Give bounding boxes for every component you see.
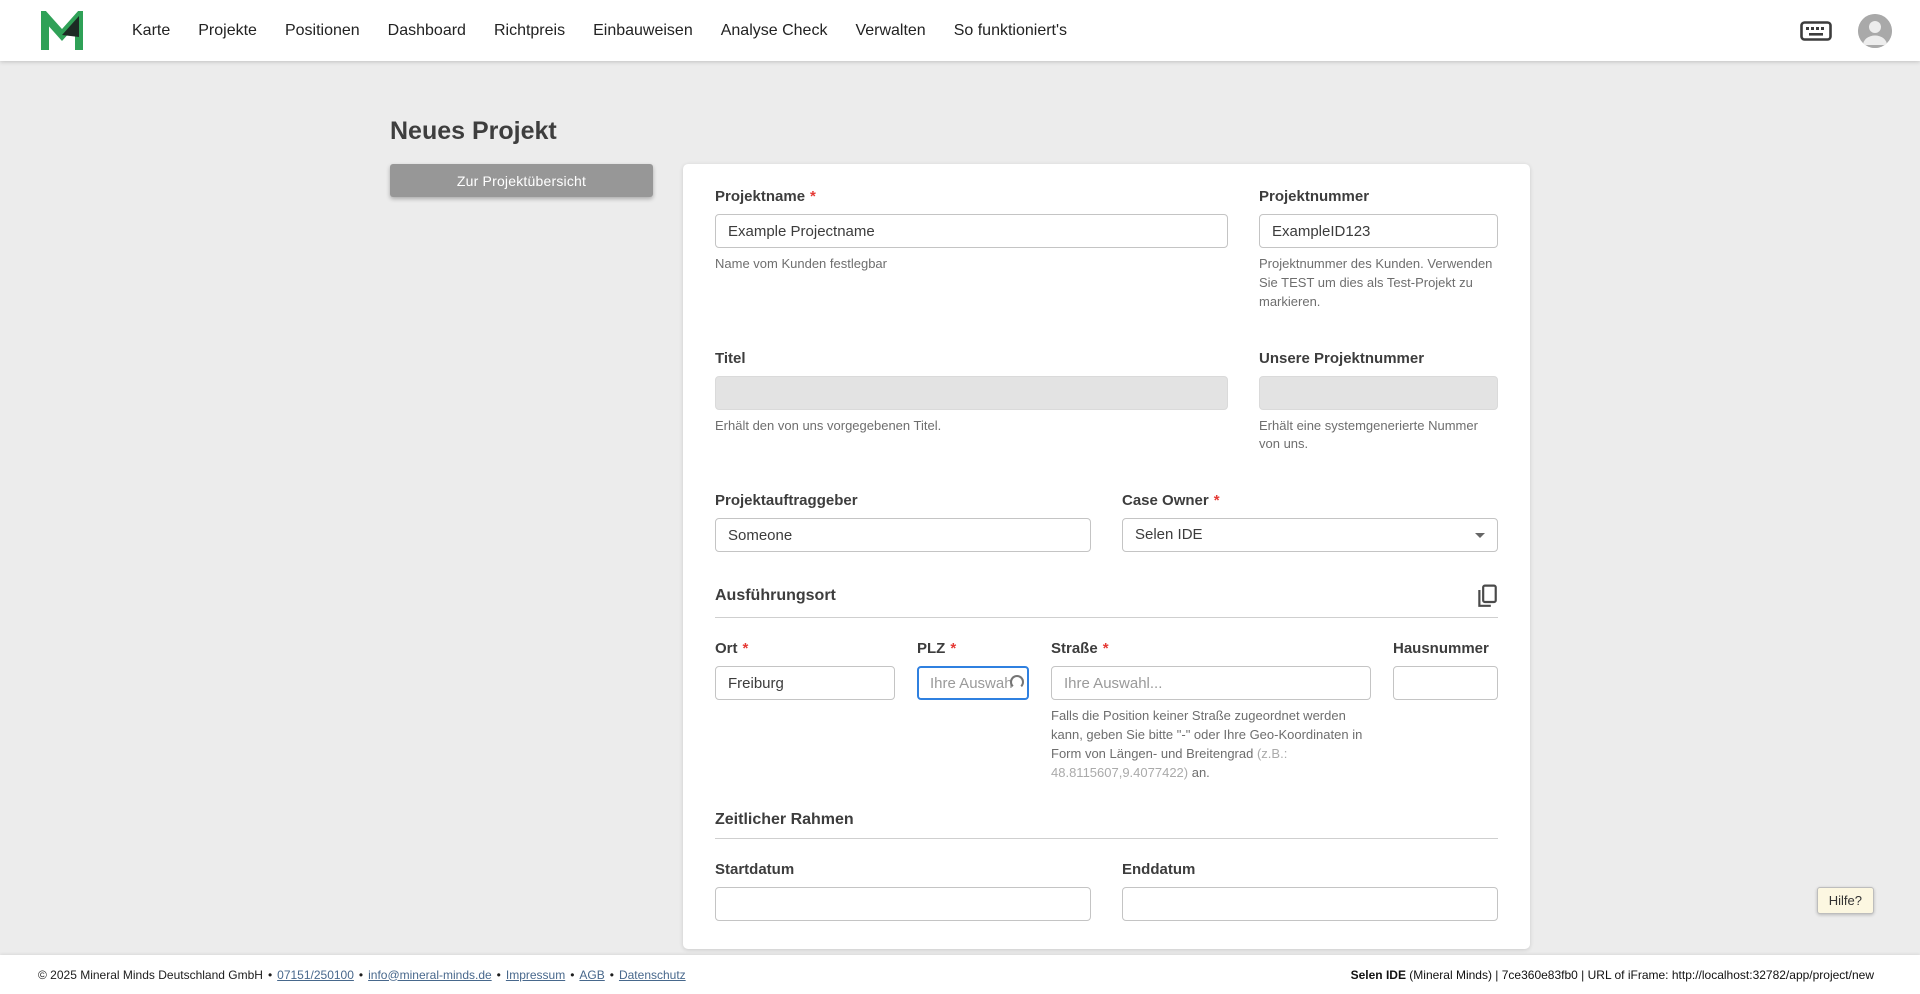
required-asterisk: *: [810, 188, 816, 205]
field-unsere-projektnummer: Unsere Projektnummer Erhält eine systemg…: [1259, 350, 1498, 455]
nav-item-dashboard[interactable]: Dashboard: [374, 13, 480, 49]
unsere-projektnummer-helper: Erhält eine systemgenerierte Nummer von …: [1259, 417, 1478, 452]
projektname-label: Projektname: [715, 188, 806, 205]
nav-item-positionen[interactable]: Positionen: [271, 13, 374, 49]
nav-item-verwalten[interactable]: Verwalten: [841, 13, 939, 49]
enddatum-label: Enddatum: [1122, 860, 1196, 878]
field-startdatum: Startdatum: [715, 861, 1091, 921]
required-asterisk: *: [1213, 492, 1220, 510]
field-enddatum: Enddatum: [1122, 861, 1498, 921]
nav-items: Karte Projekte Positionen Dashboard Rich…: [118, 13, 1081, 49]
hausnummer-label: Hausnummer: [1393, 640, 1489, 658]
main-content: Neues Projekt Zur Projektübersicht Proje…: [390, 117, 1530, 994]
projektnummer-input[interactable]: [1259, 214, 1498, 248]
copy-icon[interactable]: [1476, 584, 1498, 608]
help-button[interactable]: Hilfe?: [1816, 887, 1874, 914]
nav-item-richtpreis[interactable]: Richtpreis: [480, 13, 579, 49]
field-projektauftraggeber: Projektauftraggeber: [715, 492, 1091, 553]
chevron-down-icon: [1475, 532, 1485, 538]
required-asterisk: *: [742, 640, 749, 658]
nav-item-projekte[interactable]: Projekte: [184, 13, 271, 49]
impressum-link[interactable]: Impressum: [506, 968, 565, 982]
divider: [715, 617, 1498, 619]
field-plz: PLZ *: [917, 640, 1029, 782]
strasse-label: Straße: [1051, 640, 1098, 658]
logo[interactable]: [40, 10, 84, 51]
projektnummer-label: Projektnummer: [1259, 188, 1370, 205]
nav-item-einbauweisen[interactable]: Einbauweisen: [579, 13, 707, 49]
section-ausfuehrungsort: Ausführungsort: [715, 587, 836, 605]
user-icon: [1858, 13, 1892, 48]
field-projektnummer: Projektnummer Projektnummer des Kunden. …: [1259, 188, 1498, 312]
titel-helper: Erhält den von uns vorgegebenen Titel.: [715, 417, 942, 433]
ort-label: Ort: [715, 640, 738, 658]
datenschutz-link[interactable]: Datenschutz: [619, 968, 686, 982]
top-navbar: Karte Projekte Positionen Dashboard Rich…: [0, 0, 1920, 61]
field-titel: Titel Erhält den von uns vorgegebenen Ti…: [715, 350, 1228, 455]
ort-input[interactable]: [715, 666, 895, 701]
titel-label: Titel: [715, 349, 746, 367]
hausnummer-input[interactable]: [1393, 666, 1498, 701]
footer-session-details: (Mineral Minds) | 7ce360e83fb0 | URL of …: [1405, 967, 1874, 982]
navbar-right: [1800, 13, 1892, 48]
page-title: Neues Projekt: [390, 117, 557, 145]
footer-username: Selen IDE: [1350, 967, 1406, 982]
required-asterisk: *: [1102, 640, 1109, 658]
project-form-card: Projektname * Name vom Kunden festlegbar…: [683, 164, 1530, 949]
enddatum-input[interactable]: [1122, 886, 1498, 921]
projektname-helper: Name vom Kunden festlegbar: [715, 256, 887, 271]
projektauftraggeber-label: Projektauftraggeber: [715, 492, 858, 510]
nav-item-so-funktionierts[interactable]: So funktioniert's: [940, 13, 1081, 49]
section-zeitlicher-rahmen: Zeitlicher Rahmen: [715, 810, 854, 828]
startdatum-label: Startdatum: [715, 860, 795, 878]
copyright-text: © 2025 Mineral Minds Deutschland GmbH: [38, 967, 263, 982]
case-owner-select[interactable]: Selen IDE: [1122, 518, 1498, 553]
footer-session-info: Selen IDE (Mineral Minds) | 7ce360e83fb0…: [1351, 968, 1874, 982]
unsere-projektnummer-input: [1259, 375, 1498, 410]
field-hausnummer: Hausnummer: [1393, 640, 1498, 782]
titel-input: [715, 375, 1228, 410]
phone-link[interactable]: 07151/250100: [277, 968, 354, 982]
divider: [715, 837, 1498, 839]
agb-link[interactable]: AGB: [579, 968, 604, 982]
nav-item-karte[interactable]: Karte: [118, 13, 184, 49]
case-owner-value: Selen IDE: [1135, 526, 1203, 544]
footer: © 2025 Mineral Minds Deutschland GmbH • …: [0, 955, 1920, 994]
field-ort: Ort *: [715, 640, 895, 782]
case-owner-label: Case Owner: [1122, 492, 1209, 510]
nav-item-analyse-check[interactable]: Analyse Check: [707, 13, 842, 49]
field-strasse: Straße * Falls die Position keiner Straß…: [1051, 640, 1371, 782]
email-link[interactable]: info@mineral-minds.de: [368, 968, 492, 982]
projektname-input[interactable]: [715, 214, 1228, 248]
strasse-input[interactable]: [1051, 666, 1371, 701]
projektauftraggeber-input[interactable]: [715, 518, 1091, 553]
strasse-helper: Falls die Position keiner Straße zugeord…: [1051, 708, 1363, 780]
unsere-projektnummer-label: Unsere Projektnummer: [1259, 349, 1425, 367]
footer-left: © 2025 Mineral Minds Deutschland GmbH • …: [38, 967, 686, 982]
field-projektname: Projektname * Name vom Kunden festlegbar: [715, 188, 1228, 312]
plz-label: PLZ: [917, 640, 946, 658]
logo-icon: [41, 10, 83, 50]
back-to-project-overview-button[interactable]: Zur Projektübersicht: [390, 164, 653, 197]
keyboard-icon[interactable]: [1800, 20, 1832, 41]
projektnummer-helper: Projektnummer des Kunden. Verwenden Sie …: [1259, 256, 1493, 309]
avatar[interactable]: [1858, 13, 1892, 48]
field-case-owner: Case Owner * Selen IDE: [1122, 492, 1498, 553]
left-column: Zur Projektübersicht: [390, 164, 683, 197]
startdatum-input[interactable]: [715, 886, 1091, 921]
required-asterisk: *: [950, 640, 957, 658]
